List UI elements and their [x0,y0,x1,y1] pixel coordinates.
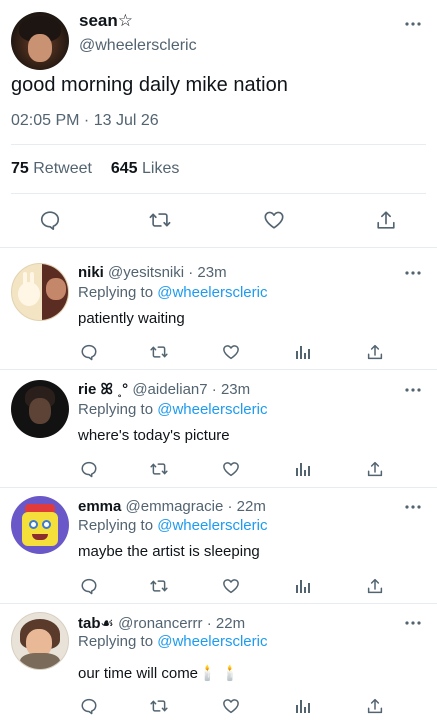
display-name[interactable]: tab☙ [78,615,114,632]
more-icon[interactable] [405,271,421,275]
display-name[interactable]: niki [78,264,104,281]
share-icon[interactable] [363,574,387,598]
like-label[interactable]: Likes [142,160,179,177]
retweet-icon[interactable] [147,457,171,481]
handle[interactable]: @emmagracie [126,498,224,515]
reply-header: niki @yesitsniki · 23m [78,264,227,281]
display-name[interactable]: sean☆ [79,11,133,31]
avatar[interactable] [11,380,69,438]
avatar[interactable] [11,12,69,70]
retweet-icon[interactable] [147,340,171,364]
handle[interactable]: @yesitsniki [108,264,184,281]
divider [11,144,426,145]
replying-prefix: Replying to [78,284,154,301]
replying-to-link[interactable]: @wheelerscleric [157,284,267,301]
replying-prefix: Replying to [78,517,154,534]
more-icon[interactable] [405,505,421,509]
reply-text: patiently waiting [78,310,185,327]
replying-prefix: Replying to [78,401,154,418]
divider [0,603,437,604]
display-name[interactable]: emma [78,498,121,515]
reply-header: emma @emmagracie · 22m [78,498,266,515]
handle[interactable]: @aidelian7 [132,381,207,398]
tweet-stats: 75 Retweet 645 Likes [11,160,179,178]
replying-to-link[interactable]: @wheelerscleric [157,633,267,650]
retweet-icon[interactable] [147,694,171,718]
like-icon[interactable] [219,340,243,364]
retweet-label[interactable]: Retweet [33,160,92,177]
reply-text: where's today's picture [78,427,230,444]
more-icon[interactable] [405,621,421,625]
retweet-icon[interactable] [147,574,171,598]
like-icon[interactable] [219,694,243,718]
more-icon[interactable] [405,388,421,392]
reply-time[interactable]: · 23m [212,381,250,398]
like-icon[interactable] [219,457,243,481]
reply-icon[interactable] [77,340,101,364]
replying-to: Replying to @wheelerscleric [78,401,267,418]
replying-prefix: Replying to [78,633,154,650]
reply-header: tab☙ @ronancerrr · 22m [78,614,245,632]
analytics-icon[interactable] [291,574,315,598]
reply-text: maybe the artist is sleeping [78,543,260,560]
retweet-icon[interactable] [148,208,172,232]
replying-to: Replying to @wheelerscleric [78,284,267,301]
more-icon[interactable] [405,22,421,26]
tweet-timestamp[interactable]: 02:05 PM · 13 Jul 26 [11,112,159,130]
handle[interactable]: @wheelerscleric [79,37,197,55]
divider [0,487,437,488]
reply-icon[interactable] [77,574,101,598]
divider [0,247,437,248]
replying-to: Replying to @wheelerscleric [78,517,267,534]
divider [0,369,437,370]
analytics-icon[interactable] [291,457,315,481]
share-icon[interactable] [363,340,387,364]
reply-header: rie ꕤ ˳° @aidelian7 · 23m [78,381,250,398]
avatar[interactable] [11,263,69,321]
reply-icon[interactable] [38,208,62,232]
reply-time[interactable]: · 22m [207,615,245,632]
reply-icon[interactable] [77,694,101,718]
replying-to: Replying to @wheelerscleric [78,633,267,650]
reply-icon[interactable] [77,457,101,481]
replying-to-link[interactable]: @wheelerscleric [157,401,267,418]
avatar[interactable] [11,612,69,670]
tweet-text: good morning daily mike nation [11,74,288,96]
display-name[interactable]: rie ꕤ ˳° [78,381,128,398]
share-icon[interactable] [374,208,398,232]
retweet-count[interactable]: 75 [11,160,29,177]
share-icon[interactable] [363,457,387,481]
avatar[interactable] [11,496,69,554]
divider [11,193,426,194]
like-icon[interactable] [262,208,286,232]
reply-time[interactable]: · 22m [227,498,265,515]
share-icon[interactable] [363,694,387,718]
reply-time[interactable]: · 23m [188,264,226,281]
reply-text: our time will come🕯️ 🕯️ [78,665,240,682]
analytics-icon[interactable] [291,340,315,364]
analytics-icon[interactable] [291,694,315,718]
like-icon[interactable] [219,574,243,598]
replying-to-link[interactable]: @wheelerscleric [157,517,267,534]
like-count[interactable]: 645 [111,160,138,177]
handle[interactable]: @ronancerrr [118,615,202,632]
